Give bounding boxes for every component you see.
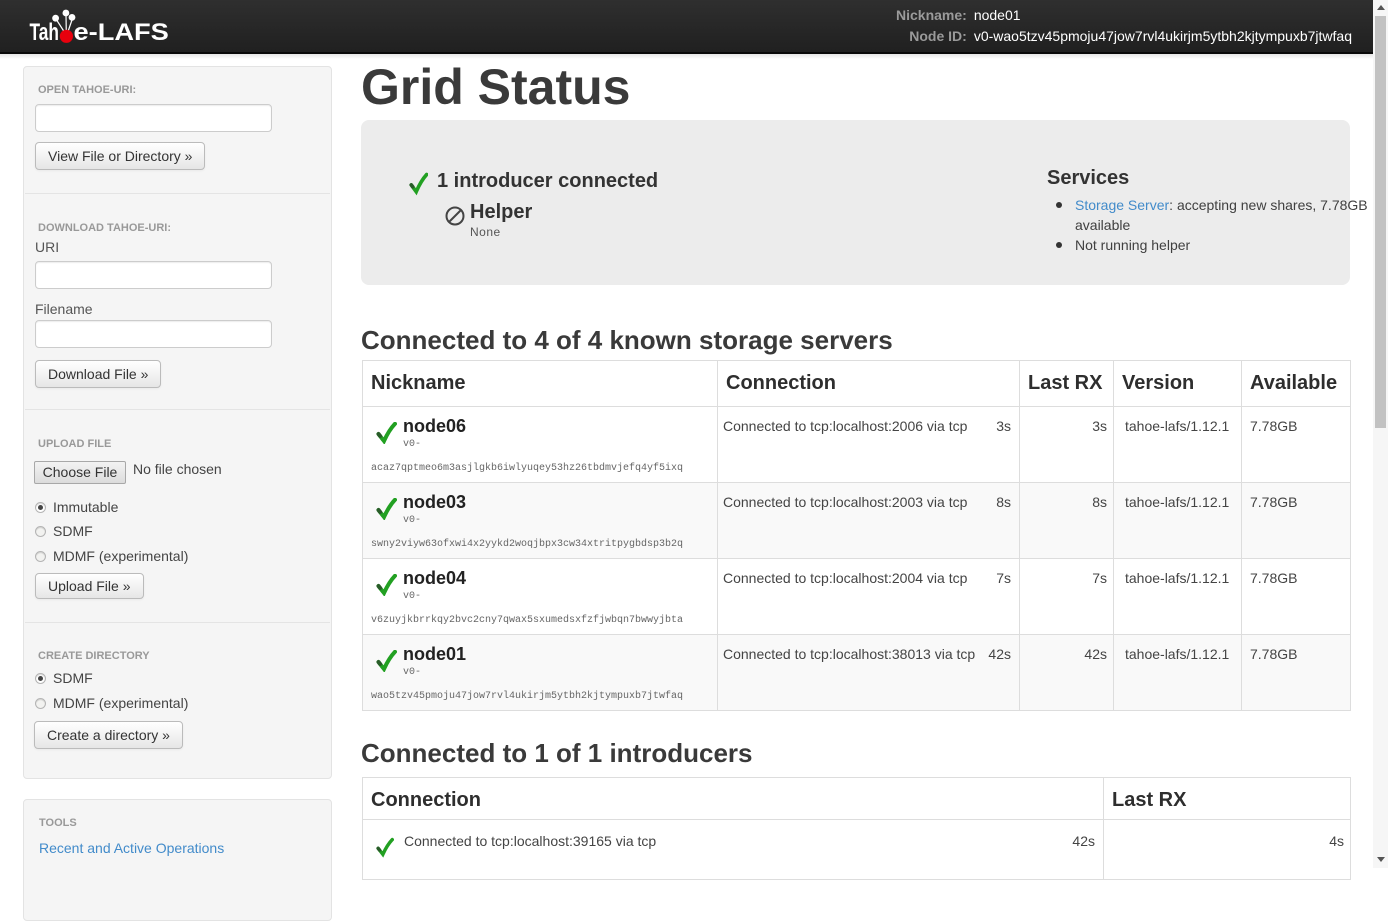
svg-text:Tah: Tah (30, 19, 59, 45)
svg-text:e-LAFS: e-LAFS (74, 19, 169, 45)
